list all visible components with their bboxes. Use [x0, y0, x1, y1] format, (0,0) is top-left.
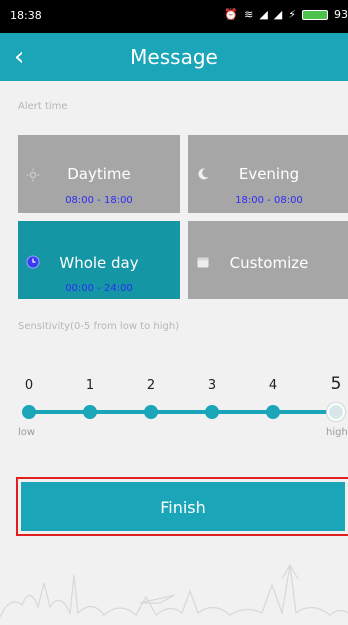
slider-thumb[interactable]: [327, 403, 345, 421]
status-time: 18:38: [10, 9, 42, 22]
alarm-icon: ⏰: [224, 8, 239, 21]
status-bar: 18:38 ⏰ ≋ ◢ ◢ ⚡ 93: [0, 0, 348, 33]
header: ‹ Message: [0, 33, 348, 81]
tile-evening[interactable]: Evening 18:00 - 08:00: [188, 135, 348, 213]
finish-button[interactable]: Finish: [21, 482, 345, 531]
charging-icon: ⚡: [288, 8, 296, 21]
sensitivity-level-5: 5: [330, 374, 342, 394]
battery-level: 93: [334, 8, 348, 21]
tile-evening-title: Evening: [238, 165, 300, 183]
slider-low-label: low: [18, 427, 36, 438]
slider-dot-3[interactable]: [205, 405, 219, 419]
tile-whole-day-title: Whole day: [59, 254, 139, 272]
tile-whole-day-range: 00:00 - 24:00: [65, 283, 133, 294]
signal-icon: ◢: [259, 8, 268, 21]
sensitivity-level-0: 0: [24, 378, 34, 393]
slider-dot-4[interactable]: [266, 405, 280, 419]
slider-high-label: high: [326, 427, 348, 438]
tile-whole-day[interactable]: Whole day 00:00 - 24:00: [18, 221, 180, 299]
page-title: Message: [130, 45, 218, 69]
tile-evening-range: 18:00 - 08:00: [235, 195, 303, 206]
tile-daytime[interactable]: Daytime 08:00 - 18:00: [18, 135, 180, 213]
tile-daytime-title: Daytime: [67, 165, 131, 183]
alert-time-label: Alert time: [18, 101, 68, 112]
sensitivity-slider-track[interactable]: [28, 410, 338, 414]
slider-dot-2[interactable]: [144, 405, 158, 419]
tile-customize[interactable]: Customize: [188, 221, 348, 299]
tile-customize-title: Customize: [229, 254, 309, 272]
sensitivity-level-1: 1: [85, 378, 95, 393]
status-icons: ⏰ ≋ ◢ ◢ ⚡ 93: [224, 8, 348, 21]
sensitivity-level-2: 2: [146, 378, 156, 393]
sensitivity-label: Sensitivity(0-5 from low to high): [18, 321, 180, 332]
signal-icon-2: ◢: [273, 8, 283, 21]
slider-dot-0[interactable]: [22, 405, 36, 419]
city-skyline-decoration: [0, 563, 348, 618]
battery-icon: [302, 9, 328, 20]
tile-daytime-range: 08:00 - 18:00: [65, 195, 133, 206]
sensitivity-level-4: 4: [268, 378, 278, 393]
slider-dot-1[interactable]: [83, 405, 97, 419]
wifi-icon: ≋: [244, 8, 254, 21]
finish-button-highlight: Finish: [16, 477, 348, 536]
sensitivity-level-3: 3: [207, 378, 217, 393]
